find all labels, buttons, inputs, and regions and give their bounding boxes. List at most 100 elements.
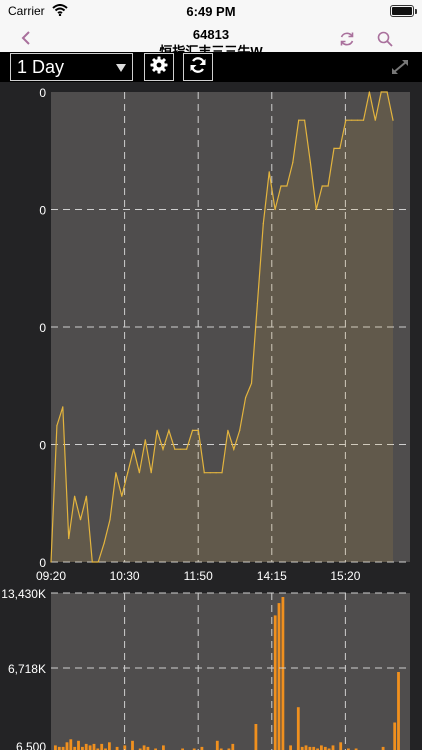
price-data-point — [221, 472, 223, 474]
price-data-point — [362, 119, 365, 121]
price-data-point — [333, 147, 335, 149]
volume-chart: 13,430K 6,718K 6,500 — [1, 587, 410, 750]
caret-down-icon — [116, 64, 126, 72]
volume-bar — [77, 740, 80, 750]
volume-bar — [162, 745, 165, 750]
volume-bar — [88, 745, 92, 750]
price-y-tick-label: 0 — [39, 204, 46, 218]
price-data-point — [368, 91, 370, 93]
price-data-point — [197, 429, 199, 431]
search-icon[interactable] — [376, 30, 394, 52]
price-data-point — [85, 495, 87, 497]
price-chart: 0 0 0 0 0 09:20 10:30 11:50 14:15 15:20 — [36, 86, 410, 583]
price-data-point — [245, 396, 247, 399]
price-y-tick-label: 0 — [39, 321, 46, 335]
volume-bar — [108, 742, 111, 750]
volume-bar — [92, 743, 96, 750]
volume-bar — [304, 745, 308, 750]
price-data-point — [298, 119, 300, 121]
price-data-point — [62, 406, 64, 408]
price-data-point — [115, 472, 117, 474]
price-data-point — [209, 472, 211, 474]
reload-button[interactable] — [183, 53, 213, 81]
price-data-point — [304, 119, 306, 121]
price-data-point — [186, 448, 188, 450]
volume-bar — [273, 615, 277, 750]
volume-bar — [231, 743, 235, 750]
expand-icon[interactable] — [390, 58, 410, 81]
price-data-point — [191, 429, 194, 431]
volume-bar — [339, 742, 343, 750]
price-x-tick-label: 09:20 — [36, 569, 66, 583]
volume-bar — [54, 745, 57, 750]
period-select[interactable]: 1 Day — [10, 53, 133, 81]
price-data-point — [121, 495, 123, 497]
volume-bar — [131, 740, 134, 750]
price-data-point — [250, 382, 253, 384]
volume-bar — [277, 603, 281, 750]
price-data-point — [133, 448, 135, 450]
price-data-point — [79, 519, 82, 521]
price-x-tick-label: 10:30 — [110, 569, 140, 583]
chart-toolbar: 1 Day — [0, 52, 422, 82]
price-x-tick-label: 14:15 — [257, 569, 287, 583]
price-data-point — [162, 448, 164, 450]
price-data-point — [386, 91, 388, 93]
price-data-point — [227, 429, 229, 431]
price-data-point — [327, 185, 329, 187]
volume-bar — [65, 742, 69, 750]
status-bar: Carrier 6:49 PM — [0, 0, 422, 24]
price-data-point — [56, 425, 58, 427]
price-data-point — [144, 439, 146, 441]
price-data-point — [150, 472, 152, 474]
price-data-point — [233, 448, 235, 450]
price-data-point — [392, 119, 394, 121]
volume-bar — [215, 740, 219, 750]
page-title: 64813 — [192, 27, 230, 42]
navigation-bar: 64813 恒指汇丰三三牛W — [0, 24, 422, 52]
price-data-point — [292, 161, 294, 164]
volume-bar — [331, 745, 335, 750]
price-data-point — [239, 429, 241, 431]
price-x-tick-label: 11:50 — [184, 569, 213, 583]
price-data-point — [256, 302, 258, 305]
price-data-point — [321, 185, 323, 187]
volume-bar — [296, 707, 300, 750]
price-data-point — [91, 561, 93, 563]
volume-bar — [100, 743, 104, 750]
period-select-value: 1 Day — [17, 57, 65, 77]
price-data-point — [74, 495, 76, 497]
price-data-point — [156, 429, 158, 431]
settings-button[interactable] — [144, 53, 174, 81]
price-data-point — [97, 561, 99, 563]
price-data-point — [215, 472, 217, 474]
price-data-point — [168, 429, 170, 431]
volume-y-tick-label: 6,500 — [16, 740, 46, 750]
price-data-point — [345, 119, 347, 121]
price-data-point — [339, 147, 341, 149]
price-data-point — [109, 519, 111, 521]
volume-bar — [393, 722, 397, 750]
price-data-point — [315, 208, 317, 211]
volume-bar — [69, 739, 73, 750]
volume-y-tick-label: 6,718K — [8, 662, 46, 676]
price-y-tick-label: 0 — [39, 439, 46, 453]
price-data-point — [174, 448, 176, 450]
price-data-point — [309, 161, 311, 164]
price-data-point — [138, 472, 140, 474]
reload-icon — [189, 56, 207, 79]
volume-y-tick-label: 13,430K — [1, 587, 46, 601]
price-data-point — [127, 472, 129, 474]
page-subtitle: 恒指汇丰三三牛W — [159, 44, 263, 52]
volume-bar — [142, 745, 146, 750]
price-data-point — [268, 171, 270, 173]
price-data-point — [68, 537, 70, 540]
price-data-point — [280, 185, 282, 187]
price-data-point — [50, 561, 52, 563]
price-data-point — [380, 91, 382, 93]
volume-plot-area — [51, 593, 410, 750]
price-data-point — [286, 185, 288, 187]
price-y-tick-label: 0 — [39, 556, 46, 570]
volume-bar — [84, 743, 88, 750]
refresh-icon[interactable] — [338, 30, 356, 52]
